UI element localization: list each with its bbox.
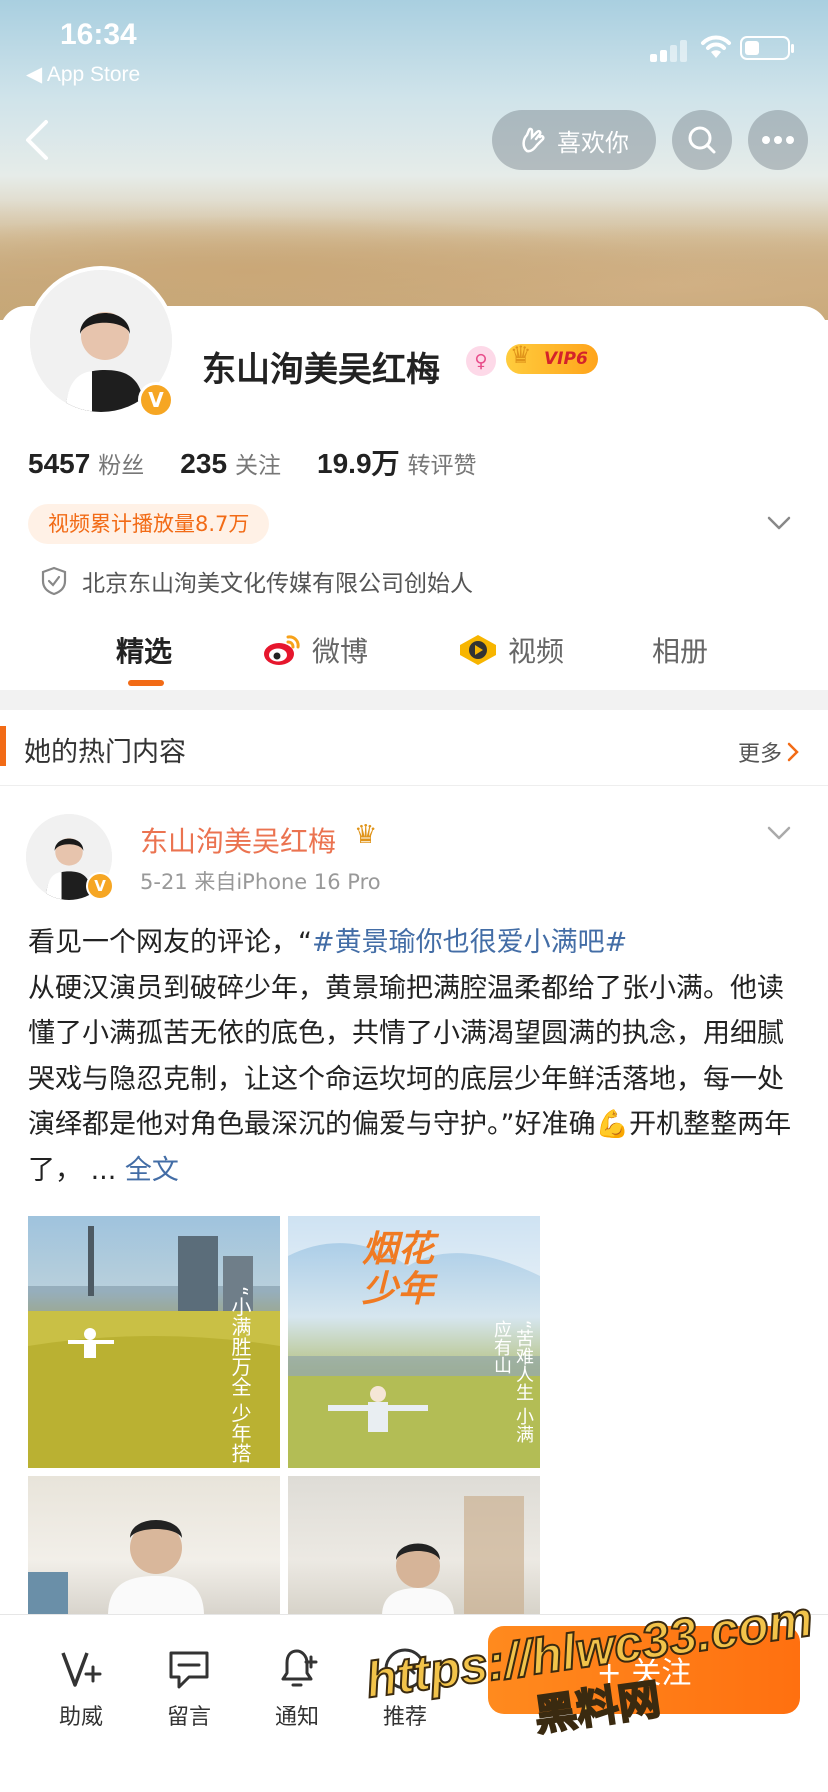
- profile-tabs: 精选 微博 视频 相册: [0, 622, 828, 692]
- post-author-name[interactable]: 东山洵美吴红梅: [140, 820, 336, 860]
- stat-fans[interactable]: 5457 粉丝: [28, 446, 144, 480]
- hand-heart-icon: [522, 127, 545, 153]
- notify-button[interactable]: 通知: [252, 1645, 342, 1731]
- more-dots-icon: [762, 136, 794, 144]
- tab-video[interactable]: 视频: [458, 630, 564, 670]
- post-verified-badge: V: [86, 872, 114, 900]
- signal-icon: [650, 40, 688, 62]
- post-image-1[interactable]: “小满胜万全 少年搭: [28, 1216, 280, 1468]
- post-text-intro: 看见一个网友的评论，“: [28, 927, 312, 958]
- search-icon: [688, 126, 716, 154]
- wifi-icon: [701, 35, 731, 58]
- full-text-link[interactable]: 全文: [125, 1155, 179, 1186]
- cheer-button[interactable]: 助威: [36, 1645, 126, 1731]
- like-you-button[interactable]: 喜欢你: [492, 110, 656, 170]
- battery-icon: [740, 36, 794, 60]
- more-button[interactable]: [748, 110, 808, 170]
- stat-following-label: 关注: [235, 453, 282, 479]
- vip-label: VIP6: [544, 349, 588, 369]
- section-accent-bar: [0, 726, 6, 766]
- stat-engagement-label: 转评赞: [407, 453, 477, 479]
- strong-arm-emoji: 💪: [595, 1109, 630, 1140]
- video-icon: [460, 635, 496, 665]
- hot-content-header: 她的热门内容 更多: [0, 710, 828, 786]
- profile-stats: 5457 粉丝 235 关注 19.9万 转评赞: [28, 442, 477, 482]
- company-info: 北京东山洵美文化传媒有限公司创始人: [40, 564, 473, 598]
- post-image-4[interactable]: [288, 1476, 540, 1616]
- cheer-label: 助威: [58, 1705, 103, 1730]
- company-text: 北京东山洵美文化传媒有限公司创始人: [82, 571, 473, 597]
- female-icon: ♀: [466, 346, 496, 376]
- post-meta: 5-21 来自iPhone 16 Pro: [140, 870, 381, 894]
- post-image-3[interactable]: [28, 1476, 280, 1616]
- weibo-icon: [264, 635, 300, 665]
- message-button[interactable]: 留言: [144, 1645, 234, 1731]
- stat-engagement[interactable]: 19.9万 转评赞: [317, 442, 477, 482]
- chevron-right-icon: [787, 742, 799, 762]
- search-button[interactable]: [672, 110, 732, 170]
- portrait-photo: [382, 1496, 524, 1616]
- shield-icon: [41, 566, 67, 596]
- message-label: 留言: [166, 1705, 211, 1730]
- post-image-2[interactable]: 烟花少年 “苦难人生 小满 应有山: [288, 1216, 540, 1468]
- tab-album-label: 相册: [652, 635, 709, 668]
- stat-fans-label: 粉丝: [98, 453, 145, 479]
- profile-name: 东山洵美吴红梅: [202, 350, 440, 390]
- tab-weibo[interactable]: 微博: [262, 630, 368, 670]
- image1-calligraphy: “小满胜万全 少年搭: [228, 1286, 252, 1463]
- chevron-down-icon[interactable]: [766, 510, 792, 536]
- topic-link[interactable]: #黄景瑜你也很爱小满吧#: [312, 927, 627, 958]
- stat-following[interactable]: 235 关注: [180, 446, 281, 480]
- like-you-label: 喜欢你: [557, 128, 629, 157]
- post-text: 看见一个网友的评论，“#黄景瑜你也很爱小满吧# 从硬汉演员到破碎少年，黄景瑜把满…: [28, 920, 804, 1193]
- hot-content-title: 她的热门内容: [24, 737, 186, 768]
- verified-badge: V: [138, 382, 174, 418]
- stat-engagement-count: 19.9万: [317, 448, 400, 479]
- portrait-photo: [28, 1520, 204, 1616]
- back-arrow-icon[interactable]: [20, 118, 54, 162]
- image2-title: 烟花少年: [362, 1229, 435, 1310]
- tab-featured[interactable]: 精选: [116, 630, 172, 670]
- more-link[interactable]: 更多: [738, 736, 800, 768]
- status-time: 16:34: [60, 18, 137, 51]
- stat-following-count: 235: [180, 448, 228, 479]
- image2-calligraphy: “苦难人生 小满 应有山: [491, 1320, 534, 1444]
- section-divider: [0, 690, 828, 710]
- notify-label: 通知: [274, 1705, 319, 1730]
- back-to-app-store[interactable]: ◀ App Store: [26, 62, 140, 87]
- more-link-label: 更多: [737, 742, 782, 767]
- v-plus-icon: [61, 1652, 102, 1687]
- crown-icon: ♛: [510, 341, 532, 369]
- tab-album[interactable]: 相册: [652, 630, 708, 670]
- video-plays-tag[interactable]: 视频累计播放量8.7万: [28, 504, 270, 544]
- chat-bubble-icon: [169, 1651, 209, 1689]
- tab-video-label: 视频: [508, 635, 565, 668]
- tab-weibo-label: 微博: [312, 635, 369, 668]
- tab-featured-label: 精选: [116, 635, 173, 668]
- active-tab-indicator: [128, 680, 164, 686]
- vip-badge[interactable]: ♛ VIP6: [506, 341, 598, 374]
- chevron-down-icon[interactable]: [766, 822, 792, 844]
- stat-fans-count: 5457: [28, 448, 91, 479]
- crown-icon: ♛: [354, 820, 378, 850]
- bell-plus-icon: [281, 1649, 318, 1687]
